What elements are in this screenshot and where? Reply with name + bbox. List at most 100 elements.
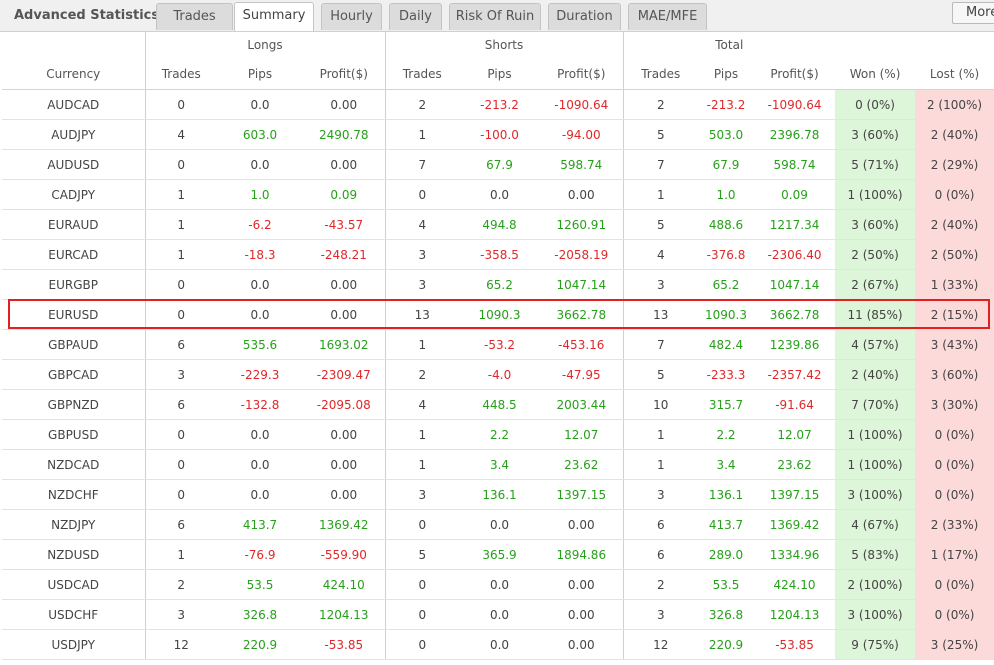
cell-shorts-pips: -213.2 <box>459 89 541 120</box>
cell-lost: 0 (0%) <box>915 569 994 600</box>
cell-shorts-profit: -94.00 <box>540 119 624 150</box>
more-button[interactable]: More <box>952 2 994 24</box>
table-row[interactable]: USDJPY 12 220.9 -53.85 0 0.0 0.00 12 220.9 -53.85… <box>2 629 994 660</box>
cell-longs-profit: -53.85 <box>303 629 386 660</box>
cell-shorts-profit: -47.95 <box>540 359 624 390</box>
cell-longs-profit: 2490.78 <box>303 119 386 150</box>
cell-shorts-trades: 1 <box>385 419 460 450</box>
table-row[interactable]: GBPCAD 3 -229.3 -2309.47 2 -4.0 -47.95 5 -233.3-… <box>2 359 994 390</box>
table-row[interactable]: NZDCHF 0 0.0 0.00 3 136.1 1397.15 3 136.1 1397.15… <box>2 479 994 510</box>
tab-mae-mfe[interactable]: MAE/MFE <box>628 3 707 30</box>
tab-summary[interactable]: Summary <box>234 2 314 31</box>
col-total-profit[interactable]: Profit($) <box>754 59 836 90</box>
cell-longs-profit: 0.00 <box>303 269 386 300</box>
cell-shorts-pips: 448.5 <box>459 389 541 420</box>
cell-total-trades: 3 <box>623 269 699 300</box>
cell-currency: EURAUD <box>2 209 146 240</box>
cell-longs-profit: -43.57 <box>303 209 386 240</box>
cell-shorts-profit: 0.00 <box>540 629 624 660</box>
col-shorts-pips[interactable]: Pips <box>459 59 541 90</box>
cell-shorts-profit: 0.00 <box>540 599 624 630</box>
cell-longs-profit: -2095.08 <box>303 389 386 420</box>
tab-duration[interactable]: Duration <box>548 3 621 30</box>
cell-shorts-pips: 67.9 <box>459 149 541 180</box>
table-row[interactable]: AUDUSD 0 0.0 0.00 7 67.9 598.74 7 67.9 598.74 5 (7… <box>2 149 994 180</box>
cell-shorts-pips: 3.4 <box>459 449 541 480</box>
cell-shorts-pips: 0.0 <box>459 599 541 630</box>
table-row[interactable]: GBPUSD 0 0.0 0.00 1 2.2 12.07 1 2.2 12.07 1 (100%)… <box>2 419 994 450</box>
tab-trades[interactable]: Trades <box>156 3 233 30</box>
col-currency[interactable]: Currency <box>2 59 146 90</box>
cell-total-pips: 413.7 <box>698 509 755 540</box>
cell-total-pips: 1.0 <box>698 179 755 210</box>
cell-total-trades: 5 <box>623 119 699 150</box>
table-row[interactable]: EURAUD 1 -6.2 -43.57 4 494.8 1260.91 5 488.6 1217… <box>2 209 994 240</box>
cell-lost: 3 (25%) <box>915 629 994 660</box>
group-total: Total <box>715 38 744 52</box>
table-row[interactable]: USDCHF 3 326.8 1204.13 0 0.0 0.00 3 326.8 1204.13… <box>2 599 994 630</box>
cell-longs-trades: 0 <box>145 479 217 510</box>
table-row[interactable]: USDCAD 2 53.5 424.10 0 0.0 0.00 2 53.5 424.10 2 (1… <box>2 569 994 600</box>
table-row[interactable]: NZDUSD 1 -76.9 -559.90 5 365.9 1894.86 6 289.0 13… <box>2 539 994 570</box>
cell-won: 3 (100%) <box>835 479 916 510</box>
cell-shorts-profit: 0.00 <box>540 179 624 210</box>
tab-hourly[interactable]: Hourly <box>321 3 382 30</box>
cell-longs-profit: -248.21 <box>303 239 386 270</box>
tab-daily[interactable]: Daily <box>389 3 442 30</box>
table-row[interactable]: NZDCAD 0 0.0 0.00 1 3.4 23.62 1 3.4 23.62 1 (100%)… <box>2 449 994 480</box>
cell-total-trades: 5 <box>623 209 699 240</box>
cell-longs-pips: 326.8 <box>217 599 303 630</box>
cell-won: 1 (100%) <box>835 419 916 450</box>
table-row[interactable]: EURUSD 0 0.0 0.00 13 1090.3 3662.78 13 1090.3 366… <box>2 299 994 330</box>
cell-won: 7 (70%) <box>835 389 916 420</box>
cell-longs-pips: 413.7 <box>217 509 303 540</box>
cell-shorts-trades: 7 <box>385 149 460 180</box>
cell-longs-profit: -559.90 <box>303 539 386 570</box>
tab-risk-of-ruin[interactable]: Risk Of Ruin <box>449 3 541 30</box>
cell-total-profit: -53.85 <box>754 629 836 660</box>
cell-total-trades: 13 <box>623 299 699 330</box>
cell-total-profit: 12.07 <box>754 419 836 450</box>
table-row[interactable]: AUDCAD 0 0.0 0.00 2 -213.2 -1090.64 2 -213.2 -109… <box>2 89 994 120</box>
cell-total-trades: 3 <box>623 479 699 510</box>
cell-shorts-profit: 1260.91 <box>540 209 624 240</box>
cell-longs-profit: 0.00 <box>303 449 386 480</box>
cell-shorts-trades: 4 <box>385 209 460 240</box>
col-lost[interactable]: Lost (%) <box>915 59 994 90</box>
col-longs-profit[interactable]: Profit($) <box>303 59 386 90</box>
col-shorts-trades[interactable]: Trades <box>385 59 460 90</box>
table-row[interactable]: EURCAD 1 -18.3 -248.21 3 -358.5 -2058.19 4 -376.… <box>2 239 994 270</box>
table-row[interactable]: GBPNZD 6 -132.8 -2095.08 4 448.5 2003.44 10 315.… <box>2 389 994 420</box>
cell-total-profit: -2306.40 <box>754 239 836 270</box>
cell-shorts-pips: 494.8 <box>459 209 541 240</box>
cell-longs-pips: -76.9 <box>217 539 303 570</box>
cell-total-profit: 23.62 <box>754 449 836 480</box>
col-total-pips[interactable]: Pips <box>698 59 755 90</box>
cell-shorts-trades: 3 <box>385 479 460 510</box>
cell-shorts-pips: 0.0 <box>459 509 541 540</box>
col-longs-pips[interactable]: Pips <box>217 59 303 90</box>
cell-total-pips: 65.2 <box>698 269 755 300</box>
cell-currency: GBPNZD <box>2 389 146 420</box>
table-row[interactable]: GBPAUD 6 535.6 1693.02 1 -53.2 -453.16 7 482.4 12… <box>2 329 994 360</box>
cell-currency: GBPUSD <box>2 419 146 450</box>
cell-currency: AUDJPY <box>2 119 146 150</box>
table-row[interactable]: NZDJPY 6 413.7 1369.42 0 0.0 0.00 6 413.7 1369.42… <box>2 509 994 540</box>
cell-total-profit: -91.64 <box>754 389 836 420</box>
cell-longs-trades: 1 <box>145 179 217 210</box>
cell-shorts-profit: 598.74 <box>540 149 624 180</box>
col-shorts-profit[interactable]: Profit($) <box>540 59 624 90</box>
table-row[interactable]: CADJPY 1 1.0 0.09 0 0.0 0.00 1 1.0 0.09 1 (100%) 0 … <box>2 179 994 210</box>
table-row[interactable]: AUDJPY 4 603.0 2490.78 1 -100.0 -94.00 5 503.0 23… <box>2 119 994 150</box>
col-won[interactable]: Won (%) <box>835 59 916 90</box>
cell-shorts-pips: 2.2 <box>459 419 541 450</box>
cell-won: 3 (60%) <box>835 119 916 150</box>
cell-total-pips: 67.9 <box>698 149 755 180</box>
cell-total-pips: -376.8 <box>698 239 755 270</box>
cell-shorts-trades: 1 <box>385 449 460 480</box>
cell-total-trades: 5 <box>623 359 699 390</box>
col-longs-trades[interactable]: Trades <box>145 59 217 90</box>
table-row[interactable]: EURGBP 0 0.0 0.00 3 65.2 1047.14 3 65.2 1047.14 2 … <box>2 269 994 300</box>
cell-total-profit: 1217.34 <box>754 209 836 240</box>
col-total-trades[interactable]: Trades <box>623 59 699 90</box>
